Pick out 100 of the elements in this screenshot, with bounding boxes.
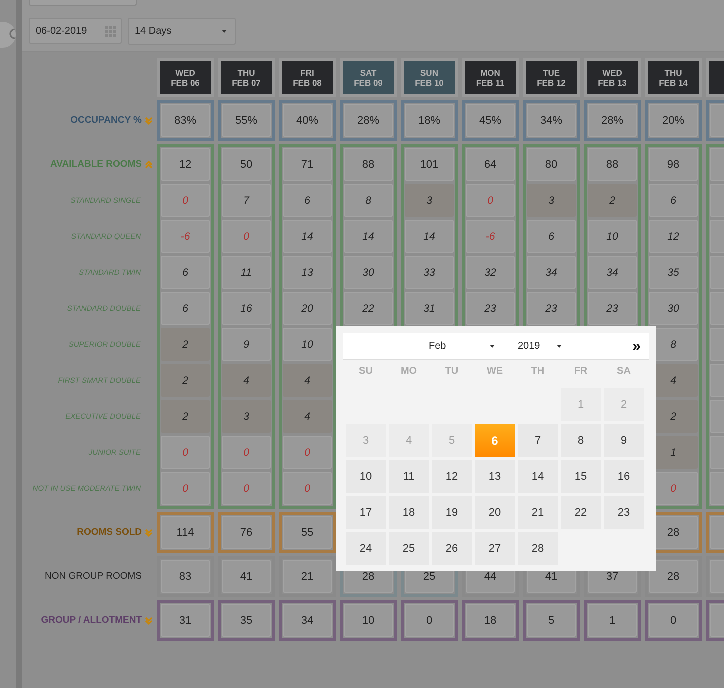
table-cell: 0 <box>161 472 210 505</box>
collapse-icon[interactable] <box>145 160 153 170</box>
table-cell: 28 <box>649 560 698 593</box>
calendar-grid-icon <box>105 26 116 36</box>
table-cell: 4 <box>283 400 332 433</box>
row-label: ROOMS SOLD <box>77 527 142 538</box>
table-cell: 18 <box>466 604 515 637</box>
calendar-day[interactable]: 16 <box>604 460 644 493</box>
table-cell: 4 <box>283 364 332 397</box>
table-cell: 50 <box>222 148 271 181</box>
row-label: GROUP / ALLOTMENT <box>41 615 142 626</box>
calendar-day[interactable]: 28 <box>518 532 558 565</box>
calendar-day[interactable]: 14 <box>518 460 558 493</box>
calendar-day[interactable]: 20 <box>475 496 515 529</box>
row-label: AVAILABLE ROOMS <box>50 159 142 170</box>
range-select[interactable]: 14 Days <box>128 18 236 45</box>
table-cell: -6 <box>161 220 210 253</box>
weekday-label: WE <box>486 364 504 378</box>
calendar-day[interactable]: 8 <box>561 424 601 457</box>
table-cell: 10 <box>283 328 332 361</box>
calendar-day[interactable]: 26 <box>432 532 472 565</box>
calendar-day[interactable]: 17 <box>346 496 386 529</box>
table-cell: 35 <box>649 256 698 289</box>
table-cell: 18% <box>405 104 454 137</box>
table-cell: 0 <box>405 604 454 637</box>
search-button[interactable] <box>0 22 16 48</box>
date-field[interactable]: 06-02-2019 <box>29 18 122 44</box>
calendar-day[interactable]: 13 <box>475 460 515 493</box>
column-header[interactable]: WED FEB 13 <box>587 61 638 94</box>
column-header[interactable]: FRI FEB 08 <box>282 61 333 94</box>
column-header[interactable]: TUE FEB 12 <box>526 61 577 94</box>
calendar-day[interactable]: 25 <box>389 532 429 565</box>
column-header[interactable]: THU FEB 14 <box>648 61 699 94</box>
table-cell: 14 <box>344 220 393 253</box>
weekday-label: FR <box>573 364 589 378</box>
calendar-day[interactable]: 24 <box>346 532 386 565</box>
calendar-day[interactable]: 10 <box>346 460 386 493</box>
table-cell: 0 <box>649 604 698 637</box>
table-cell: 3 <box>222 400 271 433</box>
table-cell: 34 <box>588 256 637 289</box>
column-header[interactable]: SAT FEB 09 <box>343 61 394 94</box>
table-cell: 8 <box>344 184 393 217</box>
month-select[interactable]: Feb <box>429 340 495 352</box>
row-label: OCCUPANCY % <box>70 115 142 126</box>
calendar-day[interactable]: 7 <box>518 424 558 457</box>
calendar-day[interactable]: 9 <box>604 424 644 457</box>
expand-icon[interactable] <box>145 528 153 538</box>
year-select[interactable]: 2019 <box>518 340 562 352</box>
calendar-day[interactable]: 27 <box>475 532 515 565</box>
column-header[interactable]: MON FEB 11 <box>465 61 516 94</box>
table-cell: 40% <box>283 104 332 137</box>
calendar-day[interactable]: 21 <box>518 496 558 529</box>
table-cell: 34% <box>527 104 576 137</box>
table-cell: 4 <box>222 364 271 397</box>
caret-icon <box>557 344 562 348</box>
table-cell: 16 <box>222 292 271 325</box>
table-cell: 10 <box>588 220 637 253</box>
table-cell: 41 <box>222 560 271 593</box>
table-cell: 20% <box>649 104 698 137</box>
table-cell: 32 <box>466 256 515 289</box>
table-cell: 0 <box>283 436 332 469</box>
expand-icon[interactable] <box>145 116 153 126</box>
table-cell: 64 <box>466 148 515 181</box>
calendar-day[interactable]: 12 <box>432 460 472 493</box>
table-cell: 6 <box>649 184 698 217</box>
table-cell: 7 <box>222 184 271 217</box>
table-cell: 0 <box>283 472 332 505</box>
table-cell: 13 <box>283 256 332 289</box>
caret-icon <box>222 30 227 33</box>
table-cell: 0 <box>161 436 210 469</box>
table-cell: 98 <box>649 148 698 181</box>
calendar-day[interactable]: 19 <box>432 496 472 529</box>
table-cell: 35 <box>222 604 271 637</box>
table-cell: 6 <box>527 220 576 253</box>
table-cell: 23 <box>466 292 515 325</box>
table-cell: 10 <box>344 604 393 637</box>
table-cell: 14 <box>283 220 332 253</box>
calendar-day[interactable]: 23 <box>604 496 644 529</box>
calendar-day[interactable]: 11 <box>389 460 429 493</box>
calendar-day[interactable]: 18 <box>389 496 429 529</box>
calendar-day[interactable]: 15 <box>561 460 601 493</box>
next-button[interactable]: » <box>632 338 641 354</box>
table-cell: 3 <box>527 184 576 217</box>
column-header[interactable]: WED FEB 06 <box>160 61 211 94</box>
weekday-label: TH <box>530 364 546 378</box>
table-cell: 83 <box>161 560 210 593</box>
row-label: NON GROUP ROOMS <box>45 571 142 582</box>
table-cell: 88 <box>344 148 393 181</box>
calendar-day[interactable]: 22 <box>561 496 601 529</box>
column-header[interactable]: THU FEB 07 <box>221 61 272 94</box>
expand-icon[interactable] <box>145 616 153 626</box>
table-cell: 30 <box>344 256 393 289</box>
table-cell: 28% <box>588 104 637 137</box>
table-cell: 0 <box>466 184 515 217</box>
table-cell: 5 <box>527 604 576 637</box>
table-cell: 30 <box>649 292 698 325</box>
table-cell: 6 <box>161 292 210 325</box>
table-cell: 6 <box>161 256 210 289</box>
weekday-label: SA <box>616 364 632 378</box>
column-header[interactable]: SUN FEB 10 <box>404 61 455 94</box>
